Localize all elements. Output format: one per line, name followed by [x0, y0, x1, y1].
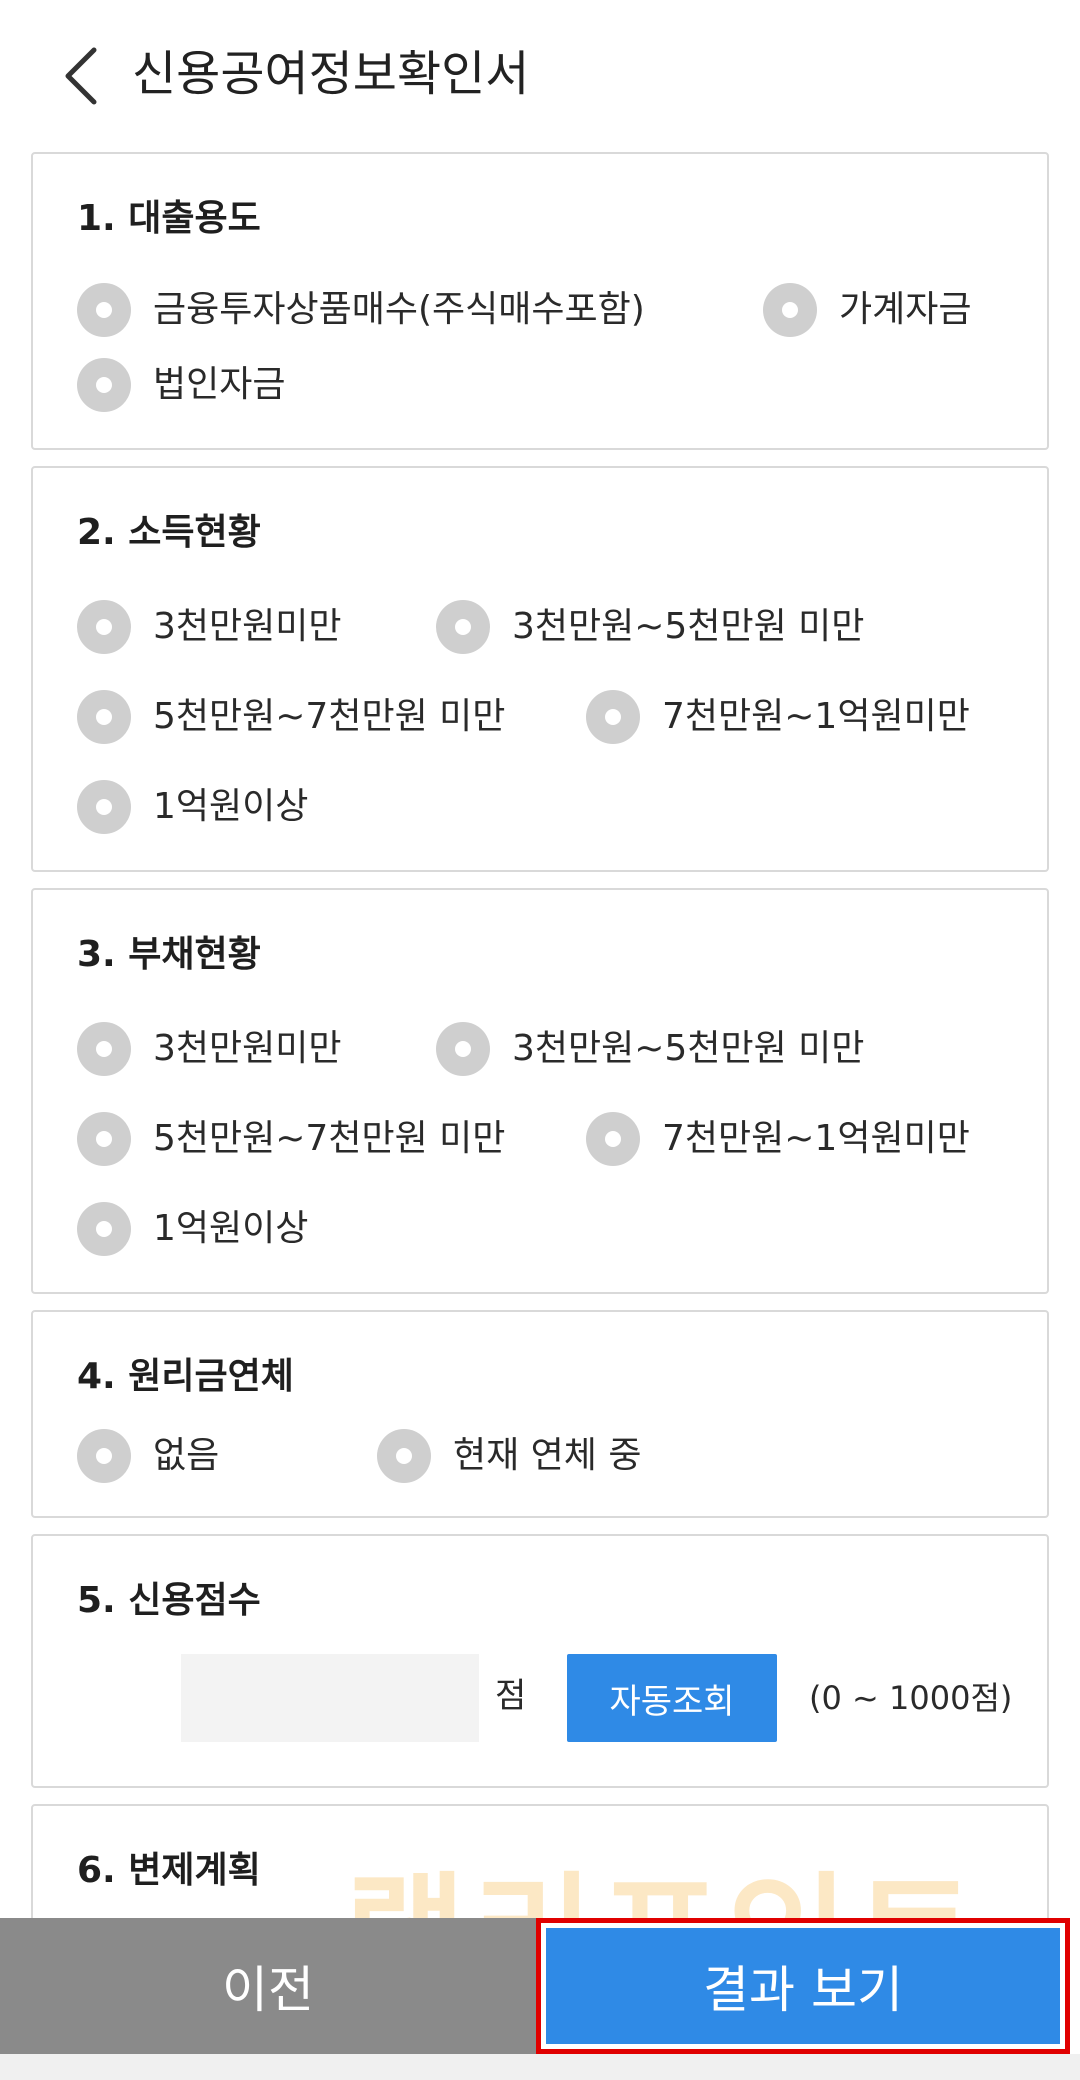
radio-label: 3천만원미만	[153, 606, 342, 647]
radio-label: 1억원이상	[153, 786, 309, 827]
radio-option[interactable]: 5천만원~7천만원 미만	[77, 1111, 505, 1167]
radio-icon	[77, 1202, 131, 1256]
radio-label: 3천만원미만	[153, 1028, 342, 1069]
radio-icon	[77, 600, 131, 654]
section-title: 5. 신용점수	[77, 1580, 261, 1621]
radio-icon	[77, 283, 131, 337]
radio-label: 가계자금	[839, 289, 972, 330]
radio-icon	[77, 690, 131, 744]
radio-option[interactable]: 없음	[77, 1428, 219, 1484]
radio-icon	[586, 690, 640, 744]
score-unit-label: 점	[495, 1676, 527, 1716]
page-title: 신용공여정보확인서	[132, 46, 530, 102]
radio-icon	[77, 1112, 131, 1166]
radio-option[interactable]: 1억원이상	[77, 1201, 308, 1257]
radio-option[interactable]: 3천만원~5천만원 미만	[436, 1021, 864, 1077]
back-button[interactable]	[60, 44, 120, 108]
section-loan-purpose: 1. 대출용도 금융투자상품매수(주식매수포함) 가계자금 법인자금	[31, 152, 1049, 450]
chevron-left-icon	[65, 47, 97, 105]
app-header: 신용공여정보확인서	[0, 0, 1080, 150]
radio-icon	[77, 358, 131, 412]
section-overdue: 4. 원리금연체 없음 현재 연체 중	[31, 1310, 1049, 1518]
radio-label: 현재 연체 중	[453, 1435, 642, 1476]
bottom-action-bar: 이전 결과 보기	[0, 1918, 1080, 2054]
radio-label: 5천만원~7천만원 미만	[153, 1118, 506, 1159]
radio-icon	[377, 1429, 431, 1483]
section-income: 2. 소득현황 3천만원미만 3천만원~5천만원 미만 5천만원~7천만원 미만…	[31, 466, 1049, 872]
radio-icon	[436, 600, 490, 654]
radio-option[interactable]: 법인자금	[77, 357, 285, 413]
radio-label: 5천만원~7천만원 미만	[153, 696, 506, 737]
radio-option[interactable]: 7천만원~1억원미만	[586, 1111, 970, 1167]
radio-option[interactable]: 3천만원미만	[77, 599, 342, 655]
result-button-highlight: 결과 보기	[536, 1918, 1070, 2054]
radio-label: 7천만원~1억원미만	[662, 696, 970, 737]
radio-label: 금융투자상품매수(주식매수포함)	[153, 289, 645, 330]
radio-label: 1억원이상	[153, 1208, 309, 1249]
radio-option[interactable]: 7천만원~1억원미만	[586, 689, 970, 745]
section-title: 6. 변제계획	[77, 1850, 261, 1891]
section-title: 2. 소득현황	[77, 512, 261, 553]
section-title: 1. 대출용도	[77, 198, 261, 239]
radio-option[interactable]: 현재 연체 중	[377, 1428, 642, 1484]
auto-lookup-button[interactable]: 자동조회	[567, 1654, 777, 1742]
radio-option[interactable]: 가계자금	[763, 282, 971, 338]
score-range-label: (0 ~ 1000점)	[809, 1679, 1013, 1717]
radio-option[interactable]: 1억원이상	[77, 779, 308, 835]
radio-icon	[77, 1429, 131, 1483]
radio-icon	[77, 1022, 131, 1076]
radio-icon	[586, 1112, 640, 1166]
radio-label: 없음	[153, 1435, 220, 1476]
previous-button[interactable]: 이전	[0, 1918, 536, 2054]
radio-option[interactable]: 3천만원~5천만원 미만	[436, 599, 864, 655]
radio-icon	[763, 283, 817, 337]
section-credit-score: 5. 신용점수 점 자동조회 (0 ~ 1000점)	[31, 1534, 1049, 1788]
view-result-button[interactable]: 결과 보기	[546, 1928, 1060, 2044]
radio-label: 3천만원~5천만원 미만	[512, 1028, 865, 1069]
radio-option[interactable]: 3천만원미만	[77, 1021, 342, 1077]
radio-label: 3천만원~5천만원 미만	[512, 606, 865, 647]
radio-icon	[77, 780, 131, 834]
credit-score-input[interactable]	[181, 1654, 479, 1742]
radio-icon	[436, 1022, 490, 1076]
section-title: 4. 원리금연체	[77, 1356, 294, 1397]
bottom-strip	[0, 2054, 1080, 2080]
radio-label: 법인자금	[153, 364, 286, 405]
radio-option[interactable]: 5천만원~7천만원 미만	[77, 689, 505, 745]
radio-label: 7천만원~1억원미만	[662, 1118, 970, 1159]
section-title: 3. 부채현황	[77, 934, 261, 975]
radio-option[interactable]: 금융투자상품매수(주식매수포함)	[77, 282, 645, 338]
section-debt: 3. 부채현황 3천만원미만 3천만원~5천만원 미만 5천만원~7천만원 미만…	[31, 888, 1049, 1294]
